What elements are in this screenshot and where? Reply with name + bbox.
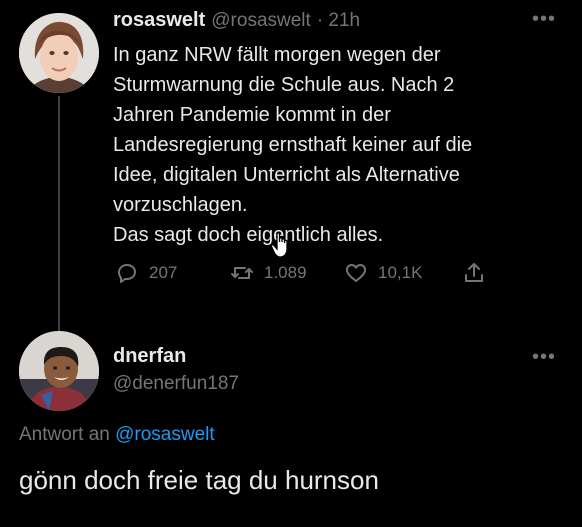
share-button[interactable] — [462, 261, 486, 285]
author-avatar[interactable] — [19, 13, 99, 93]
reply-author-display-name[interactable]: dnerfan — [113, 345, 186, 368]
like-count: 10,1K — [378, 263, 423, 282]
more-dots-icon[interactable]: ••• — [532, 8, 556, 31]
reply-icon — [118, 264, 136, 283]
thread-connector-line — [58, 96, 60, 334]
reply-author-avatar[interactable] — [19, 331, 99, 411]
reply-avatar-photo — [19, 331, 99, 411]
share-icon — [465, 263, 483, 282]
like-button[interactable]: 10,1K — [344, 261, 422, 285]
reply-button[interactable]: 207 — [115, 261, 177, 285]
author-display-name[interactable]: rosaswelt — [113, 9, 205, 32]
heart-icon — [346, 264, 366, 282]
reply-author-handle[interactable]: @denerfun187 — [113, 373, 239, 395]
author-avatar-photo — [19, 13, 99, 93]
reply-text: gönn doch freie tag du hurnson — [19, 465, 379, 495]
tweet-text: In ganz NRW fällt morgen wegen der Sturm… — [113, 44, 473, 246]
reply-count: 207 — [149, 263, 178, 282]
reply-more-dots-icon[interactable]: ••• — [532, 346, 556, 369]
retweet-button[interactable]: 1.089 — [230, 261, 307, 285]
replying-to-prefix: Antwort an — [19, 424, 110, 445]
replying-to-line: Antwort an @rosaswelt — [19, 424, 215, 446]
tweet-timestamp[interactable]: · 21h — [317, 10, 360, 32]
retweet-count: 1.089 — [264, 263, 307, 282]
retweet-icon — [231, 267, 253, 279]
author-handle[interactable]: @rosaswelt — [211, 10, 311, 32]
hand-cursor-icon — [270, 230, 294, 265]
replying-to-mention[interactable]: @rosaswelt — [115, 424, 215, 445]
